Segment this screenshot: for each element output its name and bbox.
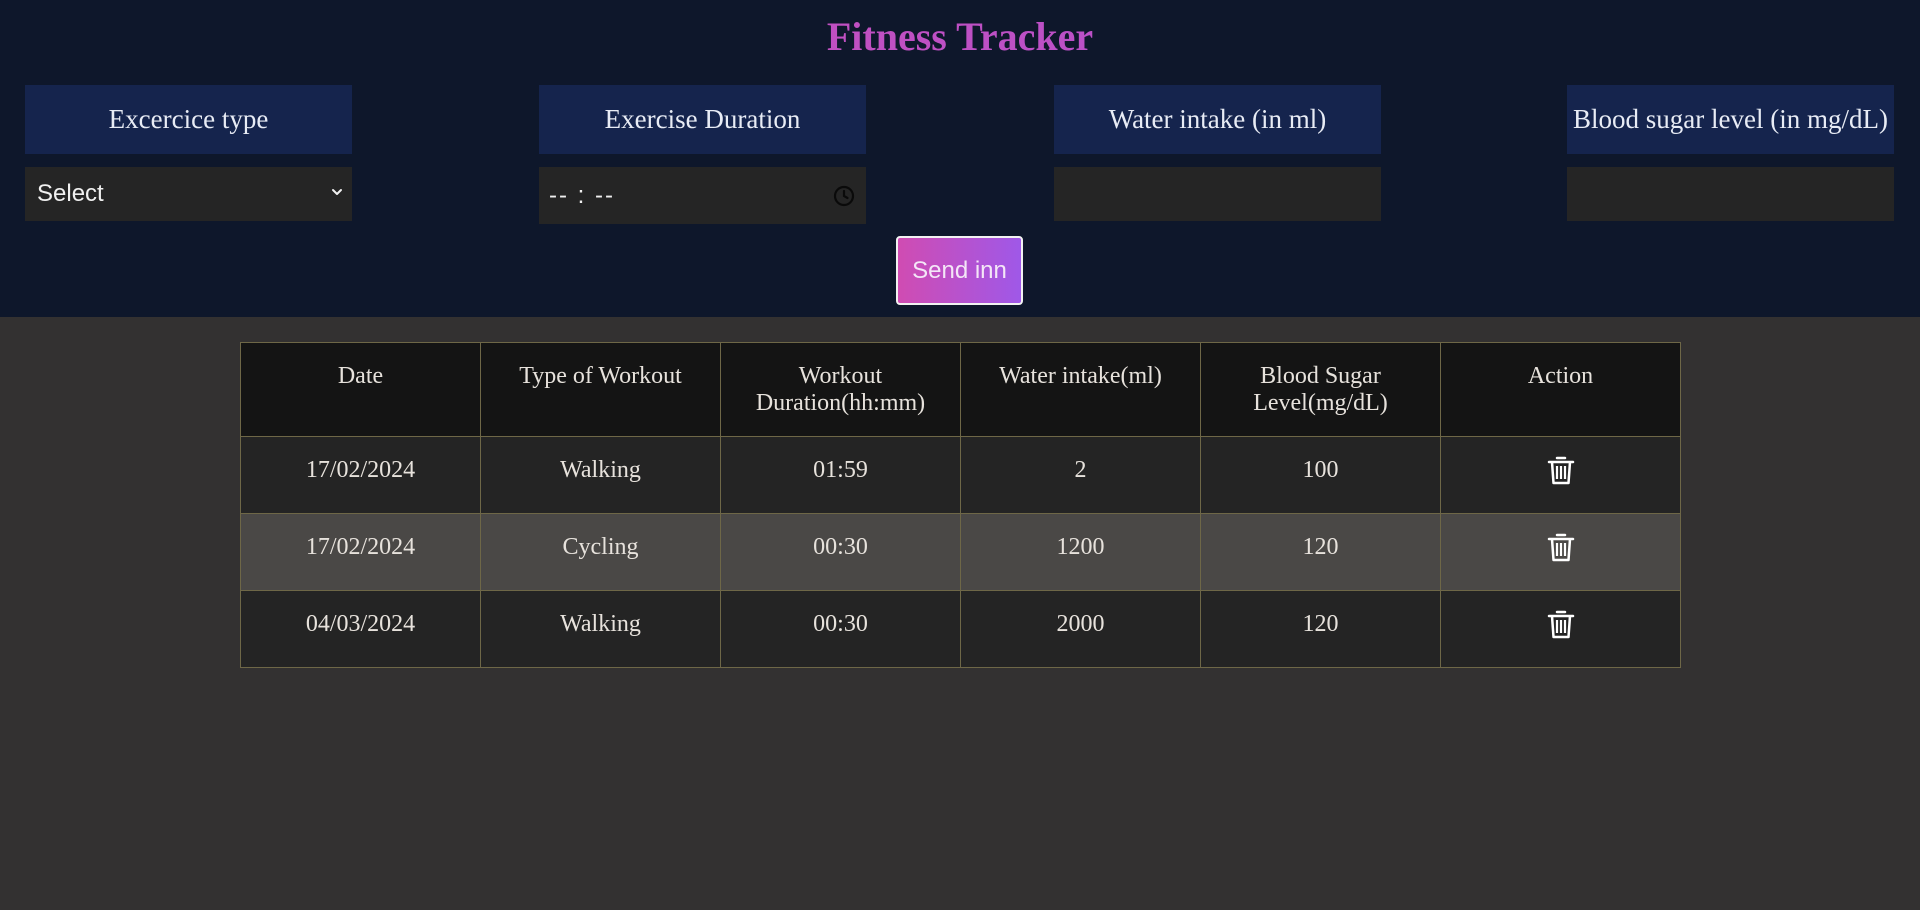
cell-water: 2 — [960, 436, 1201, 514]
cell-date: 04/03/2024 — [240, 590, 481, 668]
cell-sugar: 120 — [1200, 513, 1441, 591]
column-header-duration: Workout Duration(hh:mm) — [720, 342, 961, 437]
exercise-type-select[interactable]: Select — [25, 167, 352, 221]
exercise-type-selected-value: Select — [37, 180, 104, 207]
trash-icon[interactable] — [1544, 607, 1578, 641]
cell-sugar: 120 — [1200, 590, 1441, 668]
clock-icon[interactable] — [832, 184, 856, 208]
send-button[interactable]: Send inn — [896, 236, 1023, 305]
column-header-action: Action — [1440, 342, 1681, 437]
exercise-type-label: Excercice type — [25, 85, 352, 154]
cell-duration: 00:30 — [720, 513, 961, 591]
column-header-date: Date — [240, 342, 481, 437]
cell-duration: 01:59 — [720, 436, 961, 514]
cell-date: 17/02/2024 — [240, 436, 481, 514]
cell-type: Cycling — [480, 513, 721, 591]
trash-icon[interactable] — [1544, 530, 1578, 564]
column-header-water: Water intake(ml) — [960, 342, 1201, 437]
column-header-type: Type of Workout — [480, 342, 721, 437]
exercise-duration-input[interactable]: -- : -- — [539, 167, 866, 224]
blood-sugar-input[interactable] — [1567, 167, 1894, 221]
workout-log-table: Date Type of Workout Workout Duration(hh… — [240, 342, 1681, 668]
page-title: Fitness Tracker — [0, 12, 1920, 62]
chevron-down-icon — [332, 189, 342, 195]
table-header-row: Date Type of Workout Workout Duration(hh… — [240, 342, 1681, 437]
cell-type: Walking — [480, 436, 721, 514]
exercise-duration-label: Exercise Duration — [539, 85, 866, 154]
top-panel: Fitness Tracker Excercice type Select Ex… — [0, 0, 1920, 317]
blood-sugar-label: Blood sugar level (in mg/dL) — [1567, 85, 1894, 154]
table-row: 17/02/2024 Cycling 00:30 1200 120 — [240, 513, 1681, 591]
cell-water: 1200 — [960, 513, 1201, 591]
table-row: 04/03/2024 Walking 00:30 2000 120 — [240, 590, 1681, 668]
table-row: 17/02/2024 Walking 01:59 2 100 — [240, 436, 1681, 514]
trash-icon[interactable] — [1544, 453, 1578, 487]
cell-sugar: 100 — [1200, 436, 1441, 514]
cell-type: Walking — [480, 590, 721, 668]
cell-duration: 00:30 — [720, 590, 961, 668]
cell-action — [1440, 436, 1681, 514]
cell-action — [1440, 590, 1681, 668]
exercise-duration-placeholder: -- : -- — [549, 181, 615, 209]
water-intake-label: Water intake (in ml) — [1054, 85, 1381, 154]
water-intake-input[interactable] — [1054, 167, 1381, 221]
cell-water: 2000 — [960, 590, 1201, 668]
cell-date: 17/02/2024 — [240, 513, 481, 591]
column-header-sugar: Blood Sugar Level(mg/dL) — [1200, 342, 1441, 437]
cell-action — [1440, 513, 1681, 591]
